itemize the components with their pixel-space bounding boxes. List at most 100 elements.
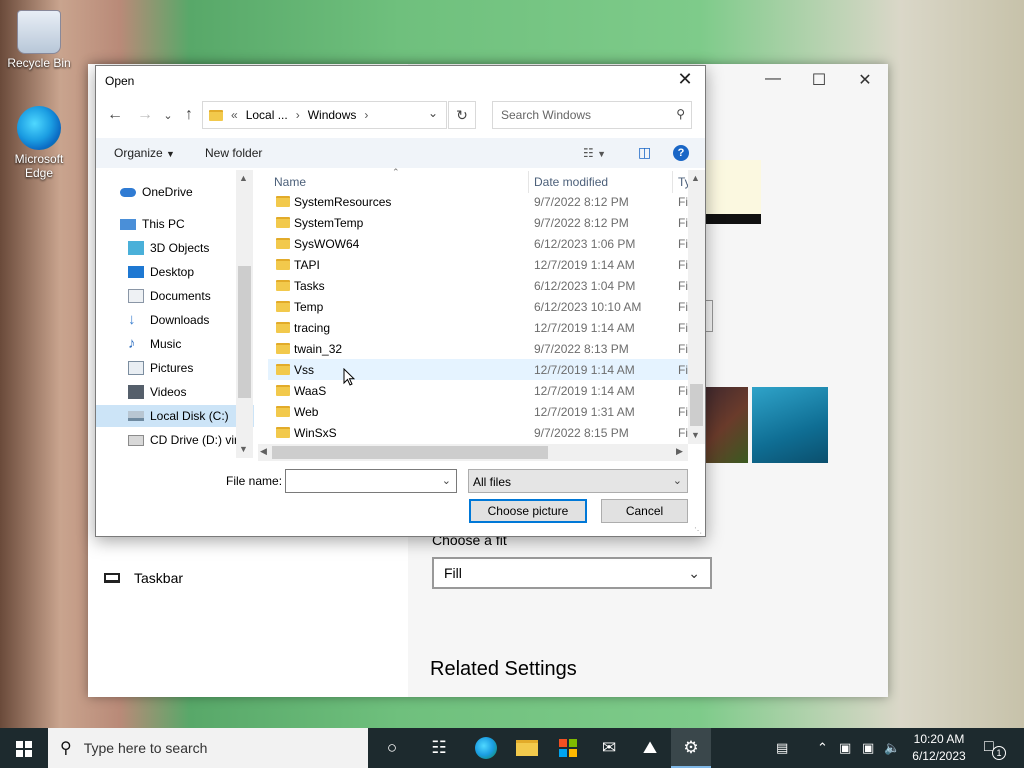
nav-item-music[interactable]: ♪ Music [96,333,254,355]
videos-icon [128,385,144,399]
nav-item-this-pc[interactable]: This PC [96,213,254,235]
scroll-down-icon[interactable]: ▼ [239,444,248,454]
meet-now-icon[interactable]: ▣ [839,728,851,768]
refresh-icon[interactable]: ↻ [448,101,476,129]
mail-icon[interactable]: ✉ [589,728,629,768]
scrollbar-thumb[interactable] [238,266,251,398]
file-list-row[interactable]: Vss 12/7/2019 1:14 AM Fi [268,359,688,380]
close-icon[interactable]: ✕ [842,70,888,90]
chevron-down-icon[interactable]: ⌄ [442,474,451,487]
file-list-row[interactable]: twain_32 9/7/2022 8:13 PM Fi [268,338,688,359]
file-name-cell: TAPI [294,258,320,272]
organize-label: Organize [114,146,163,160]
column-separator[interactable] [528,171,529,193]
nav-item-documents[interactable]: Documents [96,285,254,307]
navigation-pane: OneDrive This PC 3D Objects Desktop Docu… [96,170,254,458]
edge-taskbar-icon[interactable] [466,728,506,768]
scroll-right-icon[interactable]: ▶ [676,446,683,457]
file-list-row[interactable]: Temp 6/12/2023 10:10 AM Fi [268,296,688,317]
edge-desktop-icon[interactable]: Microsoft Edge [1,106,77,180]
navigation-scrollbar[interactable]: ▲ ▼ [236,170,253,458]
file-name-label: File name: [226,474,283,488]
caret-down-icon: ▼ [166,149,175,159]
column-header-name[interactable]: Name [274,175,306,189]
choose-picture-button[interactable]: Choose picture [469,499,587,523]
action-center-icon[interactable]: □ 1 [984,738,1006,760]
back-arrow-icon[interactable]: ← [104,106,126,124]
nav-item-videos[interactable]: Videos [96,381,254,403]
recent-picture-thumbnail[interactable] [752,387,828,463]
search-box[interactable]: Search Windows ⚲ [492,101,692,129]
column-header-date[interactable]: Date modified [534,175,608,189]
address-bar[interactable]: « Local ... › Windows › ⌄ [202,101,447,129]
file-list-row[interactable]: Tasks 6/12/2023 1:04 PM Fi [268,275,688,296]
type-cell: Fi [678,426,688,440]
nav-item-onedrive[interactable]: OneDrive [96,181,254,203]
volume-muted-icon[interactable]: 🔈 [884,728,900,768]
scroll-up-icon[interactable]: ▲ [239,173,248,183]
file-list-row[interactable]: SystemTemp 9/7/2022 8:12 PM Fi [268,212,688,233]
photos-icon[interactable]: ⛰ [630,728,670,768]
nav-item-desktop[interactable]: Desktop [96,261,254,283]
file-list-row[interactable]: WaaS 12/7/2019 1:14 AM Fi [268,380,688,401]
file-type-filter-select[interactable]: All files ⌄ [468,469,688,493]
organize-button[interactable]: Organize ▼ [114,146,175,160]
news-widget-icon[interactable]: ▤ [776,728,788,768]
taskbar-clock[interactable]: 10:20 AM 6/12/2023 [904,731,974,765]
file-explorer-icon[interactable] [507,728,547,768]
cortana-icon[interactable]: ○ [372,728,412,768]
minimize-icon[interactable]: — [750,70,796,88]
nav-item-label: Music [150,337,182,351]
file-list-row[interactable]: WinSxS 9/7/2022 8:15 PM Fi [268,422,688,443]
breadcrumb-local-disk[interactable]: Local ... [246,108,288,122]
file-list-vertical-scrollbar[interactable]: ▲ ▼ [688,170,705,444]
column-header-type[interactable]: Ty [678,175,688,189]
nav-item-cd-drive[interactable]: CD Drive (D:) virt [96,429,254,451]
breadcrumb-windows[interactable]: Windows [308,108,357,122]
resize-grip-icon[interactable]: ⋱ [694,526,702,535]
cancel-button[interactable]: Cancel [601,499,688,523]
settings-gear-icon[interactable]: ⚙ [671,728,711,768]
choose-fit-select[interactable]: Fill ⌄ [432,557,712,589]
address-overflow[interactable]: « [231,108,238,122]
file-list-horizontal-scrollbar[interactable]: ◀ ▶ [258,444,688,461]
file-list-row[interactable]: SystemResources 9/7/2022 8:12 PM Fi [268,191,688,212]
up-arrow-icon[interactable]: ↑ [178,106,200,124]
scroll-up-icon[interactable]: ▲ [691,173,700,183]
nav-item-pictures[interactable]: Pictures [96,357,254,379]
scrollbar-thumb[interactable] [690,384,703,426]
file-list-row[interactable]: Web 12/7/2019 1:31 AM Fi [268,401,688,422]
column-separator[interactable] [672,171,673,193]
file-list-row[interactable]: tracing 12/7/2019 1:14 AM Fi [268,317,688,338]
recent-locations-chevron-icon[interactable]: ⌄ [157,109,179,122]
preview-pane-icon[interactable]: ◫ [638,144,651,161]
file-list-row[interactable]: SysWOW64 6/12/2023 1:06 PM Fi [268,233,688,254]
address-dropdown-icon[interactable]: ⌄ [428,106,438,120]
file-name-input[interactable]: ⌄ [285,469,457,493]
scroll-down-icon[interactable]: ▼ [691,430,700,440]
view-options-icon[interactable]: ☷ ▼ [583,146,606,160]
scrollbar-thumb[interactable] [272,446,548,459]
taskbar-search-input[interactable]: Type here to search [84,740,208,756]
start-button[interactable] [0,728,48,768]
maximize-icon[interactable]: ☐ [796,70,842,90]
taskbar-search-box[interactable]: ⚲ Type here to search [48,728,368,768]
scroll-left-icon[interactable]: ◀ [260,446,267,457]
nav-item-3d-objects[interactable]: 3D Objects [96,237,254,259]
file-list-row[interactable]: TAPI 12/7/2019 1:14 AM Fi [268,254,688,275]
task-view-icon[interactable]: ☷ [419,728,459,768]
nav-item-local-disk[interactable]: Local Disk (C:) [96,405,254,427]
new-folder-button[interactable]: New folder [205,146,262,160]
network-icon[interactable]: ▣ [862,728,874,768]
help-icon[interactable]: ? [673,145,689,161]
settings-nav-taskbar[interactable]: Taskbar [104,570,183,586]
background-dropdown-edge[interactable] [705,300,713,332]
search-input[interactable]: Search Windows [501,108,591,122]
folder-icon [276,343,290,354]
forward-arrow-icon[interactable]: → [134,106,156,124]
dialog-close-button[interactable]: ✕ [673,69,697,90]
nav-item-downloads[interactable]: ↓ Downloads [96,309,254,331]
show-hidden-icons-chevron-icon[interactable]: ⌃ [817,728,828,768]
recycle-bin-desktop-icon[interactable]: Recycle Bin [1,10,77,70]
microsoft-store-icon[interactable] [548,728,588,768]
